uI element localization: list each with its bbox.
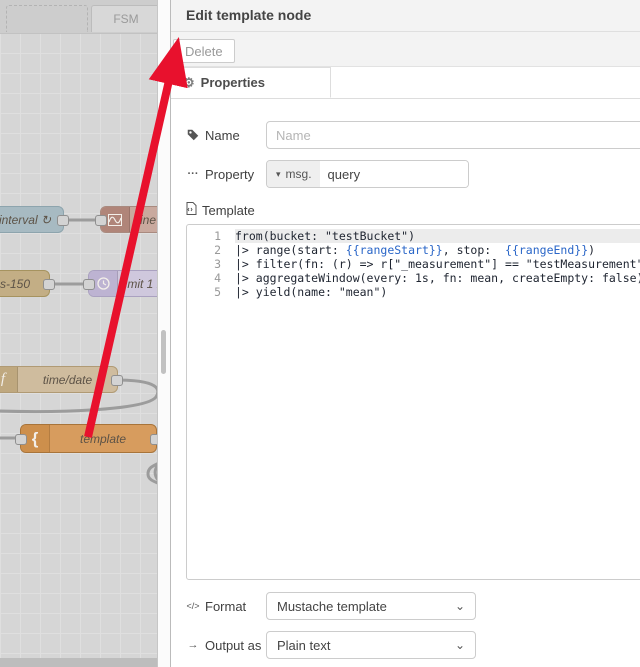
code-icon: </>: [186, 601, 200, 611]
property-row: ··· Property ▾ msg. query: [186, 160, 640, 188]
code-line[interactable]: 3 |> filter(fn: (r) => r["_measurement"] …: [187, 257, 640, 271]
code-line[interactable]: 2 |> range(start: {{rangeStart}}, stop: {…: [187, 243, 640, 257]
caret-down-icon: ▾: [276, 168, 281, 179]
chevron-down-icon: ⌄: [454, 638, 465, 652]
output-select-value: Plain text: [277, 637, 331, 653]
format-select[interactable]: Mustache template ⌄: [266, 592, 476, 620]
canvas-vertical-scrollbar[interactable]: [157, 0, 170, 667]
property-typed-input[interactable]: ▾ msg. query: [266, 160, 469, 188]
node-sinewave-input-port[interactable]: [95, 214, 107, 226]
properties-form: Name ··· Property ▾ msg. query: [171, 99, 640, 659]
format-row: </> Format Mustache template ⌄: [186, 592, 640, 620]
code-line[interactable]: 1 from(bucket: "testBucket"): [187, 229, 640, 243]
tag-icon: [186, 129, 200, 141]
property-label: ··· Property: [187, 166, 255, 182]
tab-properties-label: Properties: [200, 75, 265, 90]
dialog-title: Edit template node: [171, 0, 640, 32]
function-icon: f: [0, 367, 18, 392]
name-label: Name: [186, 128, 266, 143]
edit-tray: Edit template node Delete ⚙ Properties Na…: [170, 0, 640, 667]
node-s150-output-port[interactable]: [43, 278, 55, 290]
node-s150[interactable]: s-150: [0, 270, 55, 297]
output-label: → Output as: [187, 637, 262, 653]
ellipsis-icon: ···: [187, 168, 199, 180]
dialog-tabbar: ⚙ Properties: [171, 67, 640, 99]
code-line[interactable]: 5 |> yield(name: "mean"): [187, 285, 640, 299]
format-label: </> Format: [186, 598, 247, 614]
node-template[interactable]: { template: [15, 424, 162, 453]
name-input[interactable]: [266, 121, 640, 149]
gear-icon: ⚙: [183, 75, 195, 90]
format-select-value: Mustache template: [277, 598, 387, 614]
output-row: → Output as Plain text ⌄: [186, 631, 640, 659]
node-timedate[interactable]: f time/date: [0, 366, 123, 393]
chevron-down-icon: ⌄: [454, 599, 465, 613]
file-code-icon: [186, 202, 197, 218]
property-type-label: msg.: [285, 167, 312, 181]
template-label: Template: [186, 202, 640, 218]
flow-canvas[interactable]: FSM interval ↻ sineWave: [0, 0, 170, 667]
tab-properties[interactable]: ⚙ Properties: [171, 67, 331, 98]
node-timedate-output-port[interactable]: [111, 374, 123, 386]
name-row: Name: [186, 121, 640, 149]
arrow-right-icon: →: [187, 639, 199, 651]
property-type-selector[interactable]: ▾ msg.: [267, 161, 320, 187]
template-code-editor[interactable]: 1 from(bucket: "testBucket") 2 |> range(sta…: [186, 224, 640, 580]
node-interval[interactable]: interval ↻: [0, 206, 69, 233]
node-template-input-port[interactable]: [15, 433, 27, 445]
tray-toolbar: Delete: [171, 32, 640, 67]
node-limit-input-port[interactable]: [83, 278, 95, 290]
property-value-input[interactable]: query: [319, 161, 468, 187]
node-interval-output-port[interactable]: [57, 214, 69, 226]
output-select[interactable]: Plain text ⌄: [266, 631, 476, 659]
code-line[interactable]: 4 |> aggregateWindow(every: 1s, fn: mean,…: [187, 271, 640, 285]
flow-wires: [0, 218, 170, 501]
canvas-horizontal-scrollbar[interactable]: [0, 658, 157, 667]
node-red-window: FSM interval ↻ sineWave: [0, 0, 640, 667]
canvas-vertical-scrollbar-thumb[interactable]: [161, 330, 166, 374]
delete-button[interactable]: Delete: [173, 39, 235, 63]
